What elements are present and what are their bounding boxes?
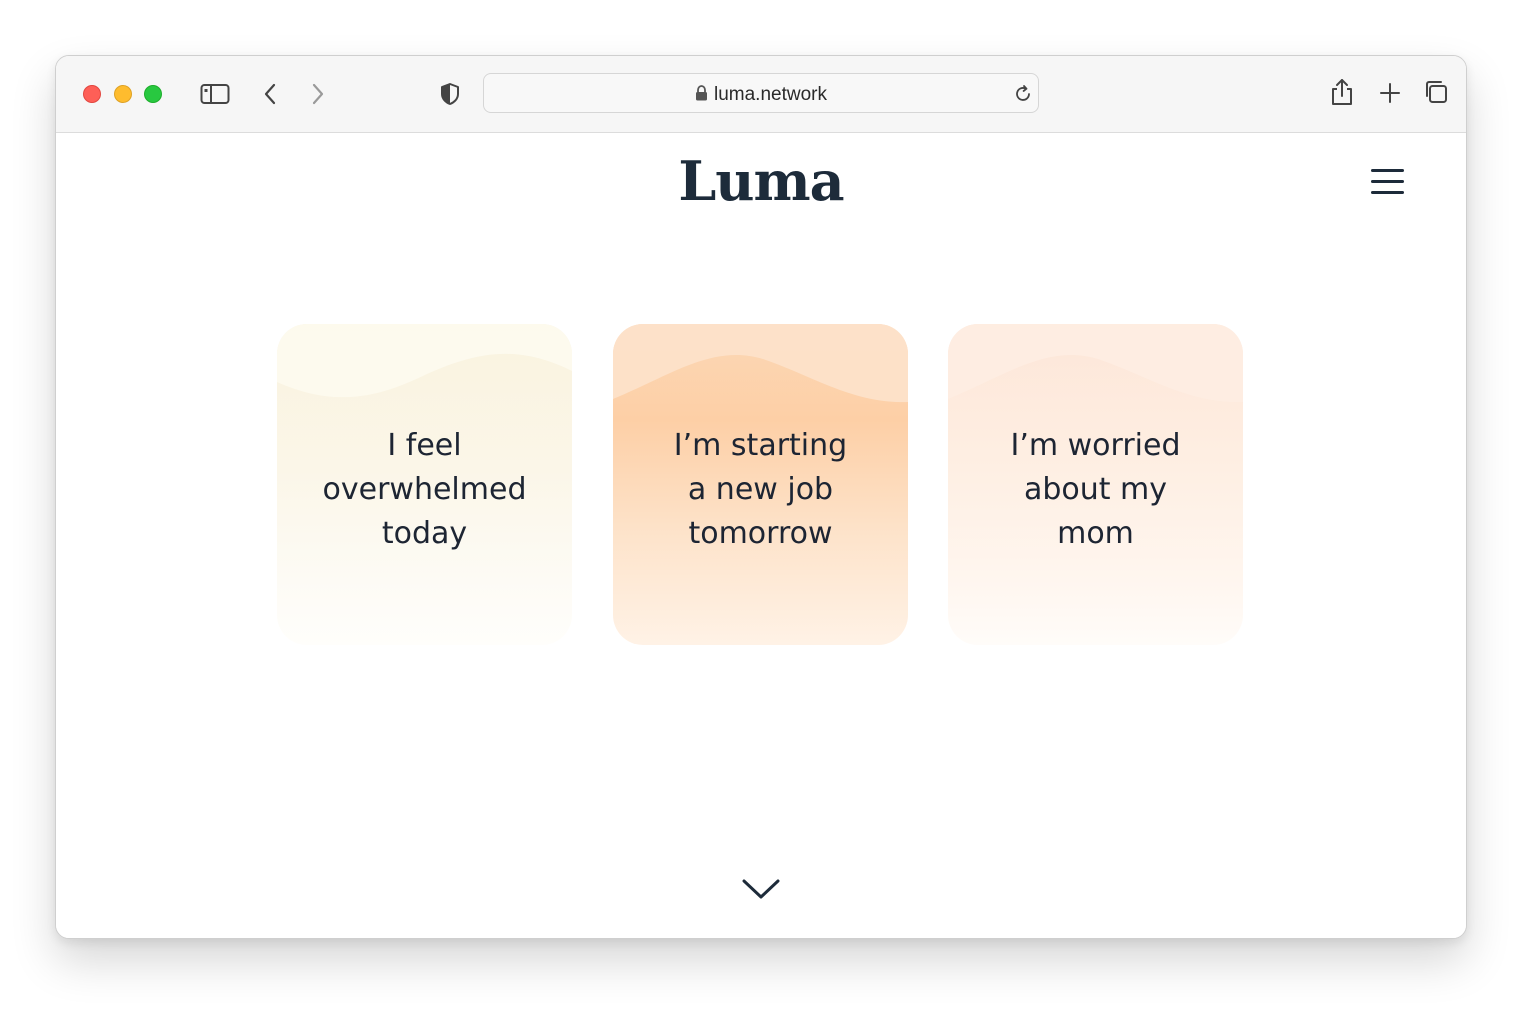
reload-icon[interactable] <box>1012 83 1034 105</box>
prompt-card-label: I’m worried about my mom <box>1010 428 1181 551</box>
prompt-card-label: I feel overwhelmed today <box>322 428 527 551</box>
tabs-overview-icon[interactable] <box>1422 78 1450 106</box>
chevron-right-icon[interactable] <box>306 80 330 108</box>
share-icon[interactable] <box>1328 76 1356 108</box>
chevron-left-icon[interactable] <box>258 80 282 108</box>
url-text: luma.network <box>714 84 827 105</box>
browser-window: luma.network Luma I feel overwhelmed tod… <box>55 55 1467 939</box>
lock-icon <box>696 85 707 101</box>
site-logo[interactable]: Luma <box>56 149 1466 213</box>
browser-toolbar: luma.network <box>56 56 1466 133</box>
page-content: Luma I feel overwhelmed today I’m starti… <box>56 133 1466 938</box>
shield-icon[interactable] <box>437 80 463 108</box>
maximize-window-button[interactable] <box>144 85 162 103</box>
url-display: luma.network <box>484 84 1038 106</box>
prompt-card-overwhelmed[interactable]: I feel overwhelmed today <box>277 324 572 645</box>
plus-icon[interactable] <box>1377 80 1403 106</box>
wave-decoration <box>613 324 908 403</box>
wave-decoration <box>948 324 1243 403</box>
chevron-down-icon[interactable] <box>739 873 783 903</box>
minimize-window-button[interactable] <box>114 85 132 103</box>
prompt-card-label: I’m starting a new job tomorrow <box>673 428 848 551</box>
hamburger-menu-icon[interactable] <box>1368 166 1408 198</box>
wave-decoration <box>277 324 572 398</box>
prompt-card-new-job[interactable]: I’m starting a new job tomorrow <box>613 324 908 645</box>
sidebar-icon[interactable] <box>199 80 231 108</box>
address-bar[interactable]: luma.network <box>483 73 1039 113</box>
prompt-card-worried-mom[interactable]: I’m worried about my mom <box>948 324 1243 645</box>
close-window-button[interactable] <box>83 85 101 103</box>
